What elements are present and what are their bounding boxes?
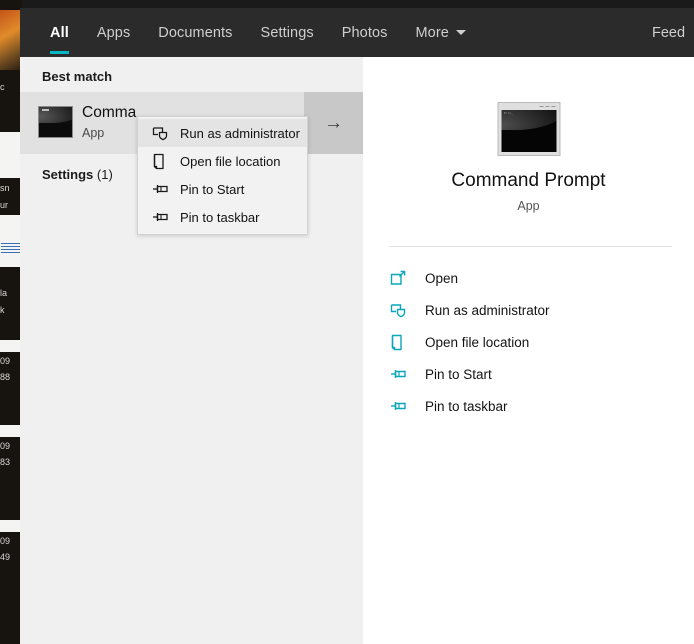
results-right-pane: C:\>_ Command Prompt App Open Run as adm…	[363, 57, 694, 644]
action-run-as-administrator[interactable]: Run as administrator	[363, 294, 694, 326]
context-menu-item-open-file-location[interactable]: Open file location	[138, 147, 307, 175]
action-open-file-location-label: Open file location	[425, 334, 530, 350]
search-flyout: All Apps Documents Settings Photos More …	[20, 8, 694, 644]
open-external-icon	[390, 270, 425, 286]
command-prompt-large-icon: C:\>_	[497, 102, 560, 156]
action-open-label: Open	[425, 270, 459, 286]
action-open[interactable]: Open	[363, 262, 694, 294]
pin-icon	[390, 399, 425, 413]
folder-open-location-icon	[390, 334, 425, 351]
tab-all-label: All	[50, 24, 69, 41]
background-window-fragment	[0, 215, 22, 267]
tab-settings-label: Settings	[260, 24, 314, 41]
context-menu-item-run-as-administrator-label: Run as administrator	[180, 125, 300, 141]
tab-apps[interactable]: Apps	[83, 8, 144, 57]
app-name-title: Command Prompt	[451, 170, 606, 191]
expand-details-button[interactable]: →	[304, 92, 363, 154]
tab-list: All Apps Documents Settings Photos More	[20, 8, 480, 57]
desktop-wallpaper-fragment	[0, 10, 22, 70]
action-pin-to-taskbar[interactable]: Pin to taskbar	[363, 390, 694, 422]
tab-more-label: More	[415, 24, 449, 41]
tab-documents-label: Documents	[158, 24, 233, 41]
tab-more[interactable]: More	[402, 8, 480, 57]
context-menu-item-pin-to-taskbar[interactable]: Pin to taskbar	[138, 203, 307, 231]
pin-icon	[152, 182, 180, 196]
divider	[389, 246, 672, 247]
settings-result-count: (1)	[96, 167, 113, 182]
app-type-label: App	[517, 199, 540, 213]
context-menu: Run as administrator Open file location	[137, 116, 308, 235]
settings-heading-label: Settings	[42, 167, 94, 182]
action-pin-to-taskbar-label: Pin to taskbar	[425, 398, 508, 414]
background-window-fragment	[0, 340, 22, 352]
tab-active-underline	[50, 51, 69, 54]
tab-all[interactable]: All	[39, 8, 83, 57]
shield-run-icon	[390, 302, 425, 318]
best-match-subtitle: App	[82, 126, 105, 140]
tab-apps-label: Apps	[96, 24, 131, 41]
tab-settings[interactable]: Settings	[247, 8, 328, 57]
shield-run-icon	[152, 125, 180, 141]
folder-open-location-icon	[152, 153, 180, 170]
background-window-fragment	[0, 425, 22, 437]
search-results-body: Best match Comma App → Settings (1) C:\>…	[20, 57, 694, 644]
feed-label: Feed	[652, 24, 686, 41]
context-menu-item-run-as-administrator[interactable]: Run as administrator	[138, 119, 307, 147]
action-open-file-location[interactable]: Open file location	[363, 326, 694, 358]
background-window-fragment	[0, 520, 22, 532]
background-text-lines	[1, 243, 21, 255]
icon-titlebar-buttons	[537, 104, 555, 109]
context-menu-item-pin-to-taskbar-label: Pin to taskbar	[180, 209, 260, 225]
action-run-as-administrator-label: Run as administrator	[425, 302, 550, 318]
tab-photos[interactable]: Photos	[328, 8, 402, 57]
icon-prompt-text: C:\>_	[504, 112, 514, 115]
best-match-title: Comma	[82, 104, 137, 121]
context-menu-item-pin-to-start[interactable]: Pin to Start	[138, 175, 307, 203]
pin-icon	[390, 367, 425, 381]
desktop-background-strip: c sn ur la k 09 88 09 83 09 49	[0, 0, 22, 644]
command-prompt-icon	[38, 106, 73, 138]
app-actions-list: Open Run as administrator Open file loca…	[363, 262, 694, 422]
feed-button[interactable]: Feed	[652, 8, 694, 57]
tab-photos-label: Photos	[341, 24, 388, 41]
chevron-down-icon	[455, 30, 466, 35]
context-menu-item-open-file-location-label: Open file location	[180, 153, 281, 169]
search-tabbar: All Apps Documents Settings Photos More …	[20, 8, 694, 57]
arrow-right-icon: →	[324, 112, 343, 134]
action-pin-to-start-label: Pin to Start	[425, 366, 492, 382]
search-flyout-screen: c sn ur la k 09 88 09 83 09 49 All Apps	[0, 0, 694, 644]
settings-heading: Settings (1)	[42, 167, 113, 182]
tab-documents[interactable]: Documents	[144, 8, 246, 57]
pin-icon	[152, 210, 180, 224]
best-match-heading: Best match	[42, 69, 113, 84]
background-window-fragment	[0, 132, 22, 178]
context-menu-item-pin-to-start-label: Pin to Start	[180, 181, 245, 197]
action-pin-to-start[interactable]: Pin to Start	[363, 358, 694, 390]
